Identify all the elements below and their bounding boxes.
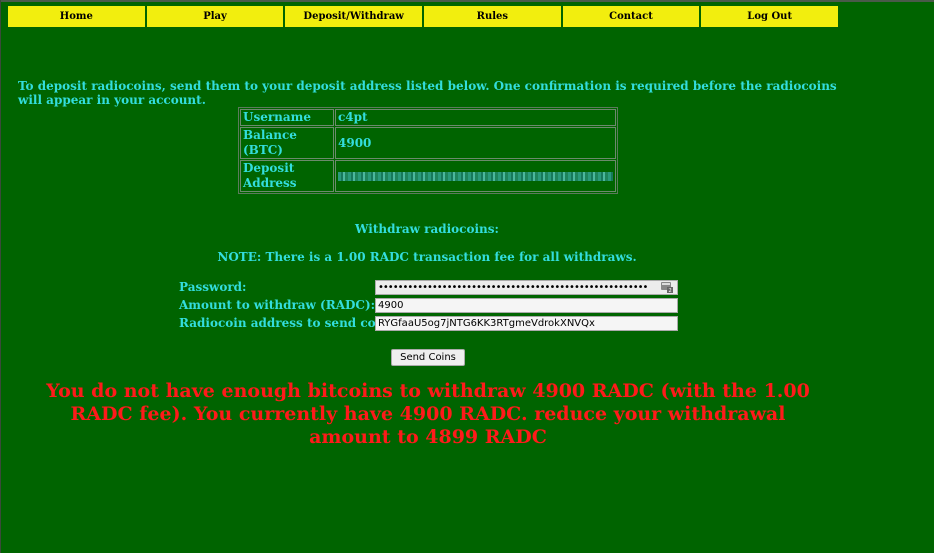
deposit-address-value — [335, 160, 616, 192]
balance-label: Balance (BTC) — [240, 127, 334, 159]
nav-contact-link[interactable]: Contact — [562, 6, 700, 27]
account-info-table: Username c4pt Balance (BTC) 4900 Deposit… — [238, 107, 618, 194]
nav-deposit-withdraw-link[interactable]: Deposit/Withdraw — [285, 6, 423, 27]
password-input-value: ••••••••••••••••••••••••••••••••••••••••… — [378, 282, 648, 293]
table-row: Username c4pt — [240, 109, 616, 126]
error-message: You do not have enough bitcoins to withd… — [46, 380, 810, 448]
amount-label: Amount to withdraw (RADC): — [179, 298, 376, 312]
window-top-border — [0, 0, 934, 2]
table-row: Deposit Address — [240, 160, 616, 192]
nav-logout-link[interactable]: Log Out — [701, 6, 839, 27]
nav-play-link[interactable]: Play — [146, 6, 284, 27]
withdraw-heading: Withdraw radiocoins: — [355, 222, 499, 236]
table-row: Balance (BTC) 4900 — [240, 127, 616, 159]
password-key-icon[interactable]: 2 — [661, 282, 673, 293]
password-input[interactable]: ••••••••••••••••••••••••••••••••••••••••… — [375, 280, 678, 295]
username-value: c4pt — [335, 109, 616, 126]
send-coins-button[interactable]: Send Coins — [391, 349, 465, 366]
nav-home-link[interactable]: Home — [8, 6, 145, 27]
redacted-deposit-address — [338, 171, 613, 181]
amount-input[interactable]: 4900 — [375, 298, 678, 313]
window-left-border — [0, 0, 1, 553]
balance-value: 4900 — [335, 127, 616, 159]
password-label: Password: — [179, 280, 247, 294]
address-input[interactable]: RYGfaaU5og7jNTG6KK3RTgmeVdrokXNVQx — [375, 316, 678, 331]
deposit-instructions: To deposit radiocoins, send them to your… — [18, 79, 837, 107]
deposit-address-label: Deposit Address — [240, 160, 334, 192]
username-label: Username — [240, 109, 334, 126]
main-nav: Home Play Deposit/Withdraw Rules Contact… — [8, 6, 839, 27]
nav-rules-link[interactable]: Rules — [424, 6, 561, 27]
withdraw-fee-note: NOTE: There is a 1.00 RADC transaction f… — [217, 250, 637, 264]
